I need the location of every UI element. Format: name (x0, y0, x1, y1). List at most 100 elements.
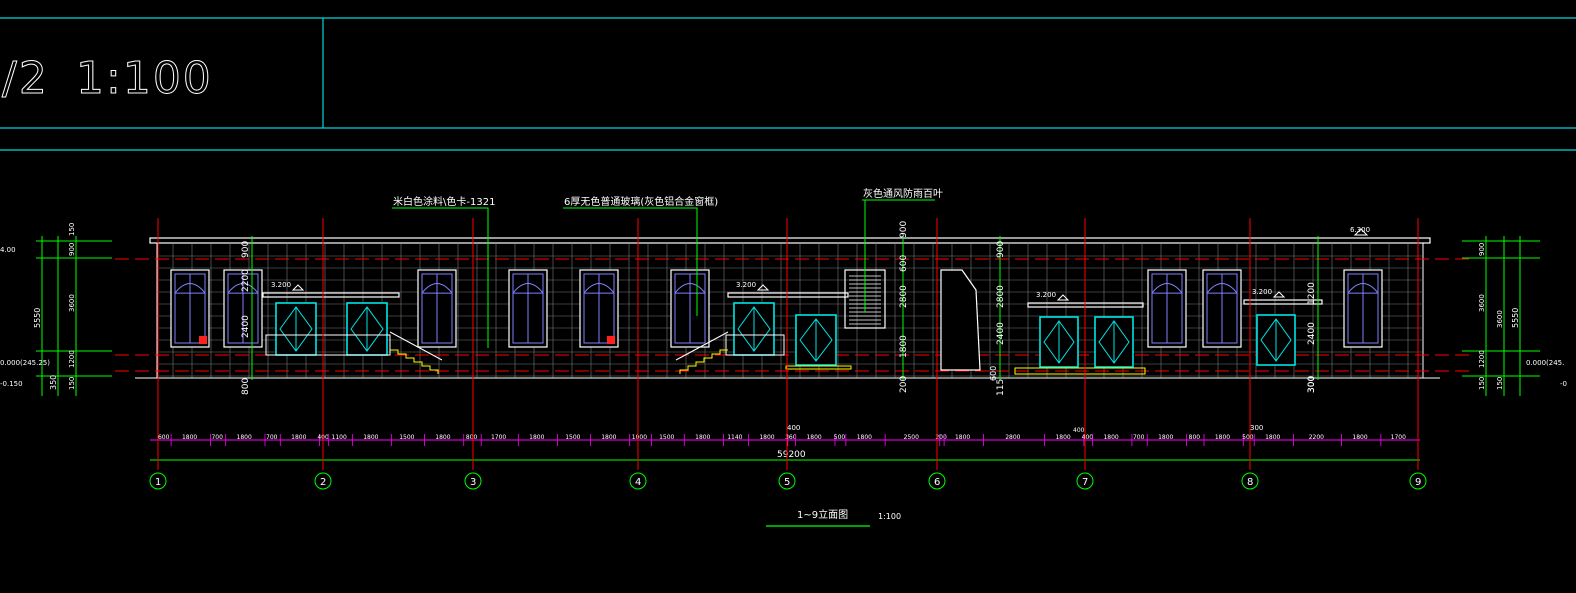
dim-value: 1800 (1055, 434, 1070, 441)
dim-value: 1700 (491, 434, 506, 441)
axis-label: 9 (1415, 477, 1421, 488)
right-dim-text: 3600 (1496, 310, 1504, 328)
canopy-level: 3.200 (736, 281, 756, 289)
window (1343, 269, 1383, 348)
dim-value: 600 (158, 434, 170, 441)
left-dim-text: 1200 (68, 350, 76, 368)
axis-label: 2 (320, 477, 326, 488)
window (1147, 269, 1187, 348)
axis-label: 3 (470, 477, 476, 488)
window (170, 269, 210, 348)
dim-note: 400 (787, 424, 800, 432)
glass-door (733, 302, 775, 356)
dim-value: 1100 (332, 434, 347, 441)
vertical-dim-text: 2400 (996, 322, 1006, 345)
title-scale: 1:100 (76, 53, 213, 104)
dim-value: 2200 (1309, 434, 1324, 441)
vertical-dim-text: 200 (899, 376, 909, 393)
axis-label: 1 (155, 477, 161, 488)
dim-value: 1700 (1391, 434, 1406, 441)
right-dim-text: 3600 (1478, 294, 1486, 312)
right-dim-text: 5550 (1511, 308, 1520, 328)
fire-sign (199, 336, 207, 344)
dim-value: 1000 (632, 434, 647, 441)
door-opening (940, 269, 981, 371)
window (417, 269, 457, 348)
vertical-dim-text: 2400 (1307, 322, 1317, 345)
dim-value: 1500 (399, 434, 414, 441)
vertical-dim-text: 800 (241, 378, 251, 395)
fire-sign (607, 336, 615, 344)
axis-label: 6 (934, 477, 940, 488)
dim-value: 1800 (1103, 434, 1118, 441)
level-marker (291, 284, 305, 291)
glass-door (795, 314, 837, 366)
left-dim-text: 150 (68, 223, 76, 236)
level-mark: 0.000(245. (1526, 359, 1564, 367)
canopy-level: 3.200 (1252, 288, 1272, 296)
dim-value: 700 (211, 434, 223, 441)
vertical-dim-text: 2400 (241, 315, 251, 338)
dim-value: 800 (1189, 434, 1201, 441)
vertical-dim-text: 1800 (899, 335, 909, 358)
dim-value: 400 (1082, 434, 1094, 441)
right-dim-text: 1200 (1478, 350, 1486, 368)
dim-value: 1800 (1158, 434, 1173, 441)
dim-value: 1800 (601, 434, 616, 441)
vertical-dim-text: 900 (241, 241, 251, 258)
glass-door (1094, 316, 1134, 368)
right-dim-text: 900 (1478, 243, 1486, 256)
level-mark: 0.000(245.25) (0, 359, 50, 367)
dim-value: 1800 (435, 434, 450, 441)
vertical-dim-text: 900 (899, 221, 909, 238)
total-dimension: 59200 (777, 450, 806, 460)
glass-door (275, 302, 317, 356)
dim-value: 1500 (565, 434, 580, 441)
dim-value: 1800 (806, 434, 821, 441)
level-marker (756, 284, 770, 291)
parapet (149, 237, 1431, 244)
drawing-caption: 1~9立面图 (797, 508, 848, 521)
level-mark: -0 (1560, 380, 1567, 388)
dim-value: 1800 (1215, 434, 1230, 441)
vertical-dim-text: 2800 (996, 285, 1006, 308)
dim-value: 500 (1242, 434, 1254, 441)
left-vertical-dims (36, 236, 112, 396)
canopy-level: 3.200 (271, 281, 291, 289)
level-marker (1056, 294, 1070, 301)
dim-value: 2800 (1005, 434, 1020, 441)
left-dim-text: 5550 (33, 308, 42, 328)
left-dim-text: 3600 (68, 294, 76, 312)
glass-door (1039, 316, 1079, 368)
dim-value: 1800 (291, 434, 306, 441)
dim-value: 1800 (695, 434, 710, 441)
elevation-drawing: /2 1:100 3.200 3.2003.200 3.2006.300900220… (0, 17, 1576, 527)
vertical-dim-text: 1200 (1307, 282, 1317, 305)
right-dim-text: 150 (1478, 377, 1486, 390)
dim-value: 1140 (727, 434, 742, 441)
window (579, 269, 619, 348)
vertical-dim-text: 2200 (241, 269, 251, 292)
title-fragment: /2 (2, 53, 49, 104)
dim-value: 2500 (904, 434, 919, 441)
dim-value: 1800 (363, 434, 378, 441)
dim-value: 1800 (529, 434, 544, 441)
left-dim-text: 350 (49, 375, 58, 390)
dim-value: 1500 (659, 434, 674, 441)
window (1202, 269, 1242, 348)
window (508, 269, 548, 348)
vertical-dim-text: 600 (989, 366, 998, 381)
glass-note: 6厚无色普通玻璃(灰色铝合金窗框) (564, 195, 718, 208)
dim-note: 300 (1250, 424, 1263, 432)
axis-label: 7 (1082, 477, 1088, 488)
axis-label: 4 (635, 477, 641, 488)
glass-door (1256, 314, 1296, 366)
axis-label: 8 (1247, 477, 1253, 488)
building-facade: 3.200 3.2003.200 3.2006.300900220024008009… (115, 221, 1470, 396)
glass-door (346, 302, 388, 356)
vertical-dim-text: 2800 (899, 285, 909, 308)
canopy-level: 3.200 (1036, 291, 1056, 299)
title-block (0, 17, 1576, 151)
left-dim-text: 900 (68, 243, 76, 256)
canopy (727, 292, 849, 298)
